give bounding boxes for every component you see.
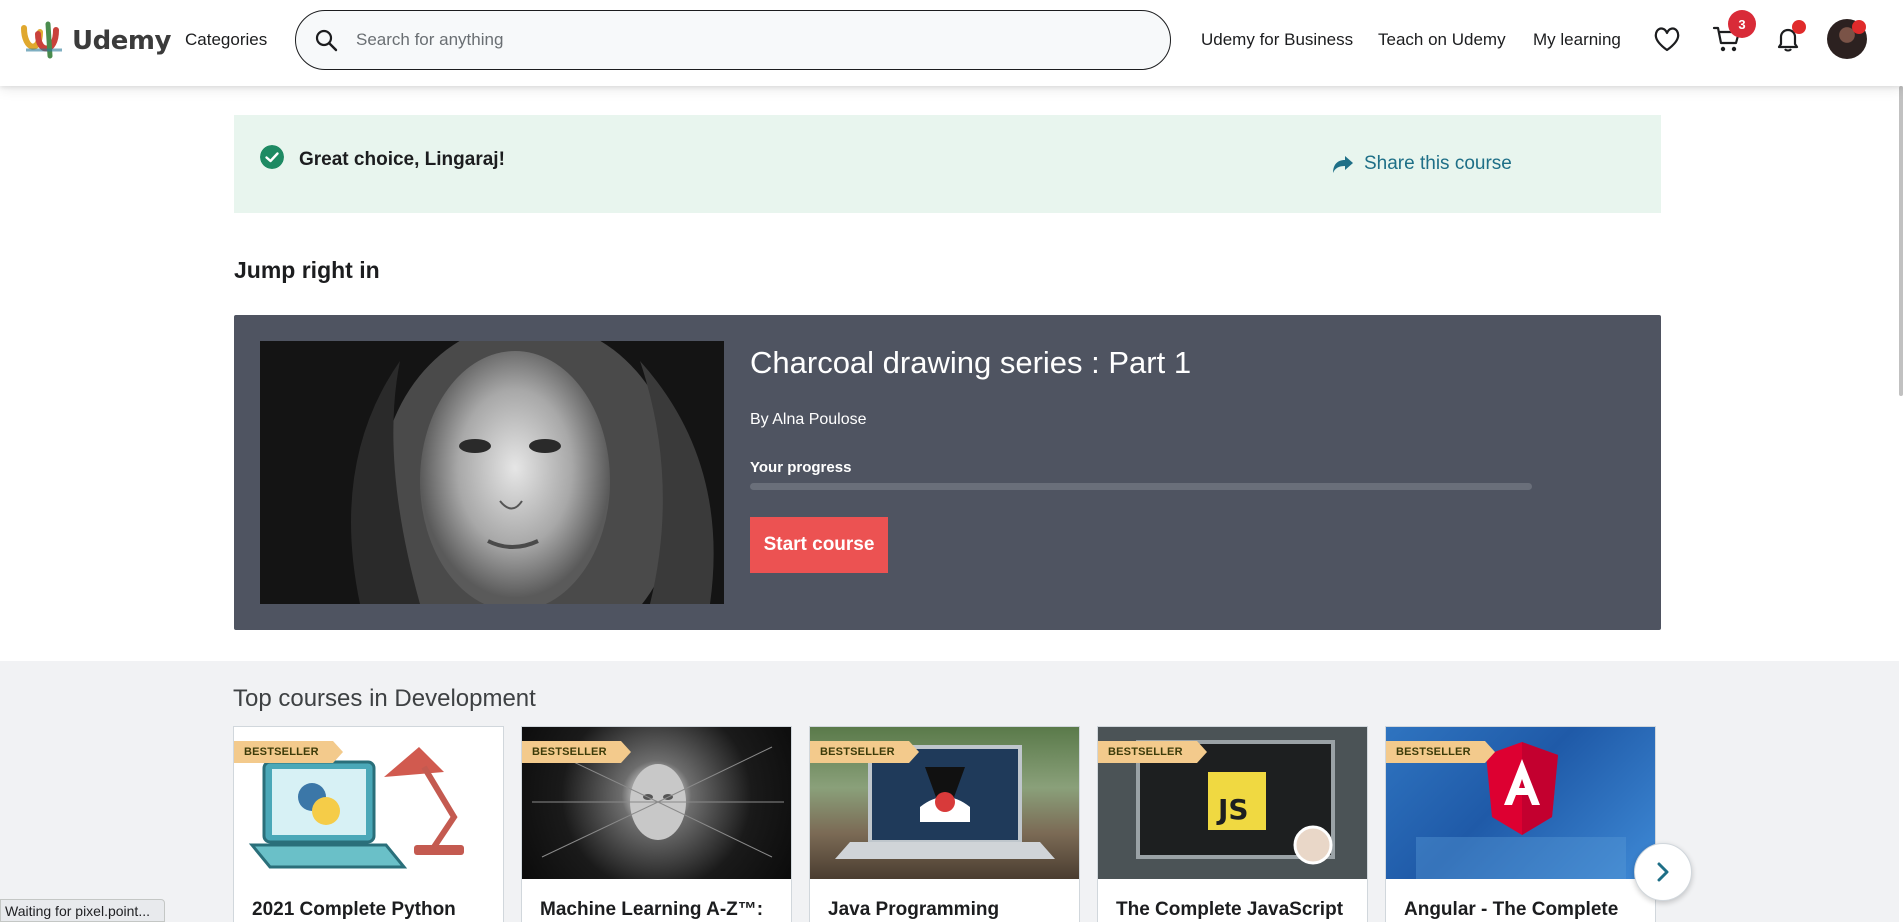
- notification-dot: [1792, 20, 1806, 34]
- course-title[interactable]: Charcoal drawing series : Part 1: [750, 345, 1191, 381]
- logo-text: Udemy: [72, 26, 171, 56]
- course-card-title[interactable]: Java Programming: [828, 899, 999, 921]
- share-arrow-icon: [1333, 156, 1353, 173]
- search-bar[interactable]: [295, 10, 1171, 70]
- course-thumbnail: BESTSELLER: [522, 727, 791, 879]
- course-card-javascript[interactable]: JS BESTSELLER The Complete JavaScript: [1097, 726, 1368, 922]
- start-course-button[interactable]: Start course: [750, 517, 888, 573]
- wishlist-heart-icon[interactable]: [1652, 24, 1682, 54]
- carousel-next-button[interactable]: [1634, 843, 1692, 901]
- share-course-link[interactable]: Share this course: [1332, 153, 1512, 175]
- course-thumbnail: BESTSELLER: [810, 727, 1079, 879]
- udemy-logo-icon: [21, 21, 62, 59]
- search-input[interactable]: [356, 30, 1116, 50]
- course-card-title[interactable]: The Complete JavaScript: [1116, 899, 1343, 921]
- my-learning-link[interactable]: My learning: [1533, 30, 1621, 50]
- enroll-success-banner: Great choice, Lingaraj! Share this cours…: [234, 115, 1661, 213]
- search-icon[interactable]: [314, 28, 338, 52]
- teach-on-udemy-link[interactable]: Teach on Udemy: [1378, 30, 1506, 50]
- top-header: Udemy Categories Udemy for Business Teac…: [0, 0, 1903, 86]
- page-scrollbar[interactable]: [1899, 86, 1903, 396]
- cart-count-badge: 3: [1728, 10, 1756, 38]
- course-author: By Alna Poulose: [750, 411, 867, 428]
- course-carousel: BESTSELLER 2021 Complete Python BESTSELL…: [233, 726, 1656, 922]
- course-thumbnail: BESTSELLER: [234, 727, 503, 879]
- bestseller-badge: BESTSELLER: [522, 741, 631, 763]
- success-check-icon: [260, 145, 284, 169]
- course-thumbnail: JS BESTSELLER: [1098, 727, 1367, 879]
- bestseller-badge: BESTSELLER: [1098, 741, 1207, 763]
- course-card-python[interactable]: BESTSELLER 2021 Complete Python: [233, 726, 504, 922]
- course-thumbnail: BESTSELLER: [1386, 727, 1655, 879]
- course-card-title[interactable]: Machine Learning A-Z™:: [540, 899, 763, 921]
- course-card-java[interactable]: BESTSELLER Java Programming: [809, 726, 1080, 922]
- svg-text:JS: JS: [1216, 793, 1249, 826]
- avatar-notification-dot: [1852, 20, 1866, 34]
- udemy-logo[interactable]: Udemy: [18, 20, 171, 62]
- success-message: Great choice, Lingaraj!: [299, 149, 505, 170]
- course-progress-bar: [750, 483, 1532, 490]
- udemy-for-business-link[interactable]: Udemy for Business: [1201, 30, 1353, 50]
- categories-menu[interactable]: Categories: [185, 30, 267, 50]
- course-thumbnail-image[interactable]: [260, 341, 724, 604]
- jump-right-in-heading: Jump right in: [234, 257, 380, 283]
- share-course-label: Share this course: [1364, 153, 1512, 174]
- course-card-title[interactable]: 2021 Complete Python: [252, 899, 456, 921]
- course-card-title[interactable]: Angular - The Complete: [1404, 899, 1618, 921]
- browser-status-bar: Waiting for pixel.point...: [0, 899, 165, 922]
- top-courses-heading: Top courses in Development: [233, 685, 536, 712]
- bestseller-badge: BESTSELLER: [810, 741, 919, 763]
- course-card-angular[interactable]: BESTSELLER Angular - The Complete: [1385, 726, 1656, 922]
- course-card-machine-learning[interactable]: BESTSELLER Machine Learning A-Z™:: [521, 726, 792, 922]
- continue-course-card: Charcoal drawing series : Part 1 By Alna…: [234, 315, 1661, 630]
- bestseller-badge: BESTSELLER: [234, 741, 343, 763]
- chevron-right-icon: [1657, 862, 1669, 882]
- progress-label: Your progress: [750, 459, 852, 476]
- portrait-image: [260, 341, 724, 604]
- bestseller-badge: BESTSELLER: [1386, 741, 1495, 763]
